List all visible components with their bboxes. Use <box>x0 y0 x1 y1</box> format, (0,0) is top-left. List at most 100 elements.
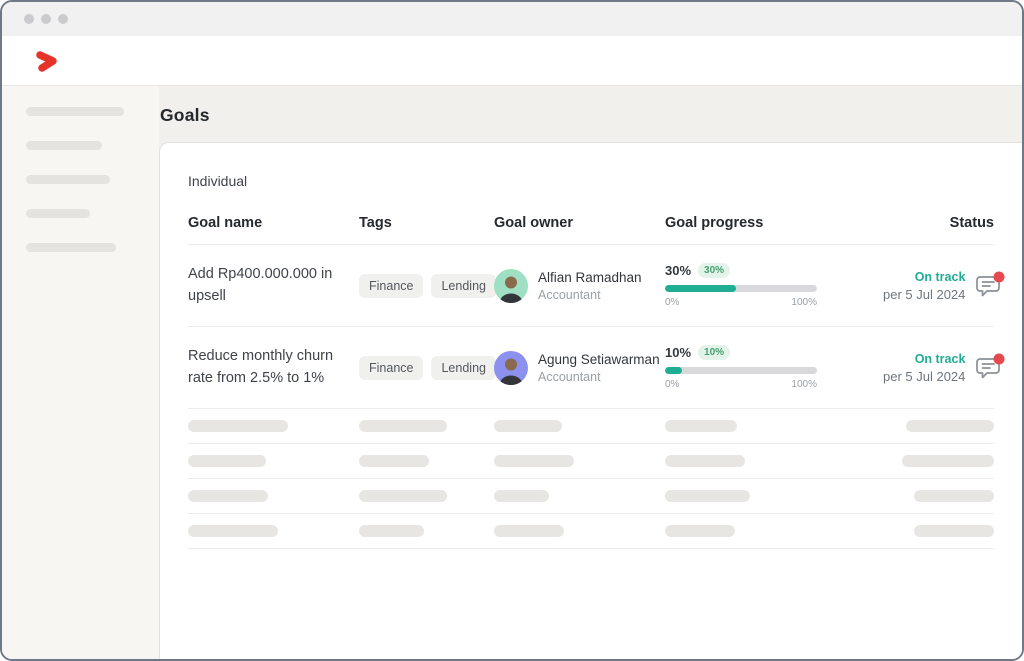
skeleton-cell <box>665 420 883 432</box>
skeleton-cell <box>883 525 994 537</box>
skeleton-cell <box>494 420 665 432</box>
avatar <box>494 269 528 303</box>
skeleton-cell <box>359 455 494 467</box>
progress-badge: 10% <box>698 345 730 360</box>
progress-bar-fill <box>665 285 736 292</box>
skeleton-cell <box>359 490 494 502</box>
skeleton-cell <box>188 490 359 502</box>
column-header: Goal progress <box>665 215 883 231</box>
section-label: Individual <box>188 173 994 189</box>
sidebar <box>2 86 159 659</box>
window-control-dot[interactable] <box>58 14 68 24</box>
skeleton-pill <box>494 420 562 432</box>
skeleton-pill <box>188 455 266 467</box>
comments-button[interactable] <box>974 271 1005 300</box>
column-header: Status <box>883 215 994 231</box>
skeleton-cell <box>494 455 665 467</box>
owner-name: Agung Setiawarman <box>538 352 660 367</box>
skeleton-pill <box>359 420 447 432</box>
notification-dot <box>994 272 1005 283</box>
comments-button[interactable] <box>974 353 1005 382</box>
progress-value: 30% <box>665 263 691 278</box>
tag-pill: Finance <box>359 356 423 380</box>
skeleton-cell <box>494 525 665 537</box>
brand-header <box>2 36 1022 86</box>
main-area: Goals Individual Goal nameTagsGoal owner… <box>159 86 1022 659</box>
skeleton-cell <box>188 525 359 537</box>
status-date: per 5 Jul 2024 <box>883 287 965 302</box>
skeleton-pill <box>494 525 564 537</box>
skeleton-row <box>188 409 994 444</box>
skeleton-pill <box>359 455 429 467</box>
progress-min-label: 0% <box>665 379 679 390</box>
goal-owner: Agung Setiawarman Accountant <box>494 351 665 385</box>
status-label: On track <box>883 352 965 366</box>
status-date: per 5 Jul 2024 <box>883 369 965 384</box>
skeleton-pill <box>188 420 288 432</box>
skeleton-pill <box>665 455 745 467</box>
skeleton-pill <box>188 525 278 537</box>
progress-bar-fill <box>665 367 682 374</box>
skeleton-cell <box>665 525 883 537</box>
tag-pill: Lending <box>431 356 496 380</box>
notification-dot <box>994 354 1005 365</box>
sidebar-skeleton-item <box>26 175 110 184</box>
status-label: On track <box>883 270 965 284</box>
progress-max-label: 100% <box>791 297 817 308</box>
skeleton-pill <box>914 490 994 502</box>
comment-bubble-icon <box>974 370 1005 385</box>
goal-tags: FinanceLending <box>359 274 494 298</box>
window-control-dot[interactable] <box>24 14 34 24</box>
goal-row[interactable]: Add Rp400.000.000 in upsell FinanceLendi… <box>188 245 994 327</box>
sidebar-skeleton-item <box>26 141 102 150</box>
skeleton-cell <box>883 455 994 467</box>
owner-role: Accountant <box>538 288 642 302</box>
skeleton-cell <box>665 490 883 502</box>
tag-pill: Lending <box>431 274 496 298</box>
skeleton-pill <box>359 525 424 537</box>
sidebar-skeleton-item <box>26 107 124 116</box>
skeleton-pill <box>914 525 994 537</box>
goal-tags: Finance Lending <box>359 356 494 380</box>
skeleton-pill <box>494 490 549 502</box>
goals-table-body: Add Rp400.000.000 in upsell FinanceLendi… <box>188 245 994 549</box>
owner-name: Alfian Ramadhan <box>538 270 642 285</box>
skeleton-row <box>188 479 994 514</box>
brand-logo-icon[interactable] <box>32 48 62 74</box>
skeleton-cell <box>883 420 994 432</box>
skeleton-cell <box>665 455 883 467</box>
comment-bubble-icon <box>974 288 1005 303</box>
column-header: Goal name <box>188 215 359 231</box>
skeleton-pill <box>494 455 574 467</box>
goal-row[interactable]: Reduce monthly churn rate from 2.5% to 1… <box>188 327 994 409</box>
skeleton-pill <box>665 490 750 502</box>
progress-max-label: 100% <box>791 379 817 390</box>
goal-progress: 10% 10% 0% 100% <box>665 345 883 390</box>
progress-min-label: 0% <box>665 297 679 308</box>
column-header: Tags <box>359 215 494 231</box>
progress-bar <box>665 285 817 292</box>
skeleton-row <box>188 444 994 479</box>
avatar <box>494 351 528 385</box>
progress-bar <box>665 367 817 374</box>
window-control-dot[interactable] <box>41 14 51 24</box>
progress-value: 10% <box>665 345 691 360</box>
goal-progress: 30% 30% 0% 100% <box>665 263 883 308</box>
skeleton-cell <box>188 420 359 432</box>
skeleton-pill <box>902 455 994 467</box>
content-area: Goals Individual Goal nameTagsGoal owner… <box>2 86 1022 659</box>
window-titlebar <box>2 2 1022 36</box>
skeleton-cell <box>883 490 994 502</box>
page-title: Goals <box>159 105 1022 126</box>
goal-owner: Alfian Ramadhan Accountant <box>494 269 665 303</box>
skeleton-cell <box>359 525 494 537</box>
goal-name: Reduce monthly churn rate from 2.5% to 1… <box>188 346 359 388</box>
table-header-row: Goal nameTagsGoal ownerGoal progressStat… <box>188 215 994 245</box>
app-window: Goals Individual Goal nameTagsGoal owner… <box>0 0 1024 661</box>
skeleton-cell <box>494 490 665 502</box>
goals-card: Individual Goal nameTagsGoal ownerGoal p… <box>159 142 1022 659</box>
skeleton-pill <box>665 525 735 537</box>
skeleton-pill <box>665 420 737 432</box>
skeleton-pill <box>359 490 447 502</box>
skeleton-pill <box>906 420 994 432</box>
